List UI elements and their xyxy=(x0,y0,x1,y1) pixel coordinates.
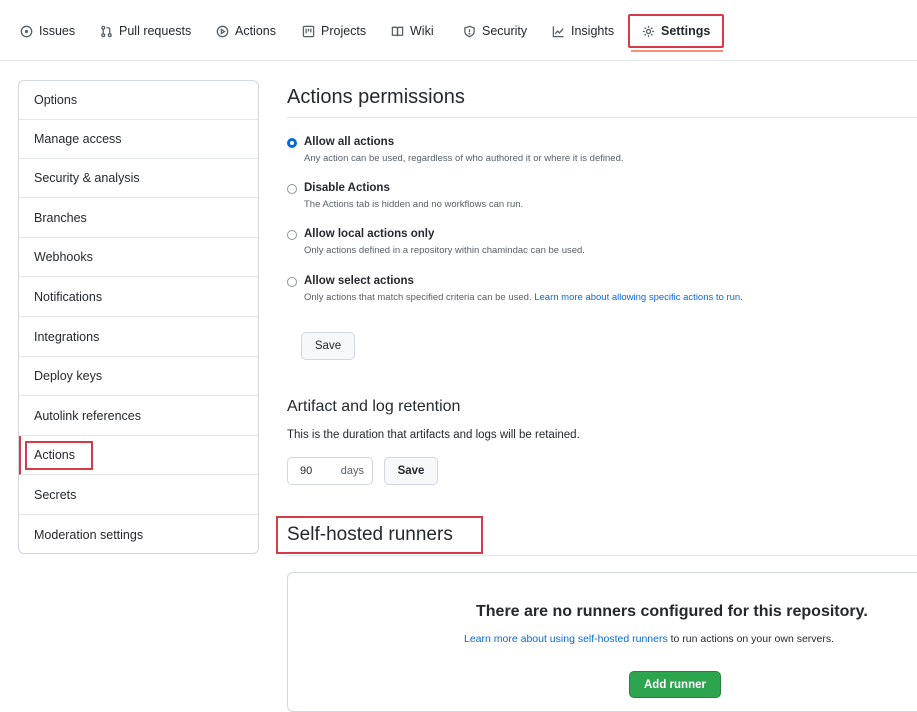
radio-desc: Any action can be used, regardless of wh… xyxy=(304,153,624,164)
divider xyxy=(287,555,917,556)
radio-button[interactable] xyxy=(287,277,297,287)
gear-icon xyxy=(642,25,655,37)
repo-nav: Issues Pull requests Actions Projects Wi… xyxy=(0,0,917,61)
retention-desc: This is the duration that artifacts and … xyxy=(287,429,580,441)
tab-label: Issues xyxy=(39,24,76,38)
tab-wiki[interactable]: Wiki xyxy=(391,14,434,48)
tab-label: Actions xyxy=(235,24,276,38)
tab-projects[interactable]: Projects xyxy=(302,14,366,48)
radio-title: Allow local actions only xyxy=(304,228,435,240)
radio-title: Disable Actions xyxy=(304,182,390,194)
sidebar-item-moderation-settings[interactable]: Moderation settings xyxy=(19,515,258,553)
pull-request-icon xyxy=(101,25,112,37)
sidebar-item-secrets[interactable]: Secrets xyxy=(19,476,258,515)
retention-days-value: 90 xyxy=(300,465,313,477)
add-runner-button[interactable]: Add runner xyxy=(629,671,721,698)
tab-actions[interactable]: Actions xyxy=(216,14,276,48)
tab-security[interactable]: Security xyxy=(463,14,527,48)
page-title: Actions permissions xyxy=(287,86,465,108)
sidebar-item-label: Options xyxy=(34,93,78,107)
sidebar-item-security-analysis[interactable]: Security & analysis xyxy=(19,159,258,198)
sidebar-item-webhooks[interactable]: Webhooks xyxy=(19,238,258,277)
self-hosted-runners-link[interactable]: Learn more about using self-hosted runne… xyxy=(464,633,668,645)
tab-insights[interactable]: Insights xyxy=(552,14,614,48)
tab-label: Settings xyxy=(661,24,711,38)
tab-label: Pull requests xyxy=(119,24,192,38)
tab-label: Security xyxy=(482,24,528,38)
book-icon xyxy=(391,26,404,36)
retention-days-unit: days xyxy=(340,465,364,477)
radio-desc-text: Only actions that match specified criter… xyxy=(304,292,532,303)
retention-title: Artifact and log retention xyxy=(287,398,461,415)
sidebar-item-autolink-references[interactable]: Autolink references xyxy=(19,397,258,436)
play-icon xyxy=(216,25,229,37)
settings-sidebar: Options Manage access Security & analysi… xyxy=(18,80,259,554)
radio-title: Allow select actions xyxy=(304,275,414,287)
sidebar-item-integrations[interactable]: Integrations xyxy=(19,318,258,357)
radio-button[interactable] xyxy=(287,184,297,194)
learn-more-link[interactable]: Learn more about allowing specific actio… xyxy=(534,292,743,303)
tab-label: Insights xyxy=(571,24,615,38)
sidebar-item-label: Deploy keys xyxy=(34,369,103,383)
graph-icon xyxy=(552,25,564,37)
active-tab-underline xyxy=(631,50,723,52)
sidebar-item-label: Notifications xyxy=(34,290,103,304)
radio-desc: Only actions defined in a repository wit… xyxy=(304,245,585,256)
sidebar-item-branches[interactable]: Branches xyxy=(19,199,258,238)
radio-button[interactable] xyxy=(287,230,297,240)
sidebar-item-notifications[interactable]: Notifications xyxy=(19,278,258,317)
sidebar-item-label: Webhooks xyxy=(34,250,93,264)
permissions-save-button[interactable]: Save xyxy=(301,332,355,360)
tab-label: Wiki xyxy=(410,24,434,38)
sidebar-item-manage-access[interactable]: Manage access xyxy=(19,120,258,159)
sidebar-item-deploy-keys[interactable]: Deploy keys xyxy=(19,357,258,396)
sidebar-item-options[interactable]: Options xyxy=(19,81,258,120)
actions-highlight-box xyxy=(25,441,93,470)
sidebar-item-label: Autolink references xyxy=(34,409,142,423)
radio-title: Allow all actions xyxy=(304,136,395,148)
retention-save-button[interactable]: Save xyxy=(384,457,438,485)
tab-label: Projects xyxy=(321,24,367,38)
runners-empty-desc: Learn more about using self-hosted runne… xyxy=(464,633,834,645)
sidebar-item-label: Branches xyxy=(34,211,87,225)
tab-issues[interactable]: Issues xyxy=(20,14,75,48)
sidebar-item-label: Moderation settings xyxy=(34,527,144,542)
project-icon xyxy=(302,25,315,37)
shield-icon xyxy=(464,25,475,37)
tab-pull-requests[interactable]: Pull requests xyxy=(100,14,191,48)
sidebar-item-label: Secrets xyxy=(34,488,77,502)
sidebar-item-label: Security & analysis xyxy=(34,171,140,185)
runners-empty-title: There are no runners configured for this… xyxy=(476,603,868,620)
runners-empty-suffix: to run actions on your own servers. xyxy=(667,633,835,645)
radio-button[interactable] xyxy=(287,138,297,148)
issue-icon xyxy=(20,25,33,37)
radio-desc: The Actions tab is hidden and no workflo… xyxy=(304,199,524,210)
radio-desc: Only actions that match specified criter… xyxy=(304,292,743,303)
sidebar-item-label: Manage access xyxy=(34,132,122,146)
tab-settings[interactable]: Settings xyxy=(628,14,725,48)
divider xyxy=(287,117,917,118)
retention-days-input[interactable]: 90 days xyxy=(287,457,373,485)
sidebar-item-label: Integrations xyxy=(34,330,100,344)
runners-title: Self-hosted runners xyxy=(287,524,453,545)
